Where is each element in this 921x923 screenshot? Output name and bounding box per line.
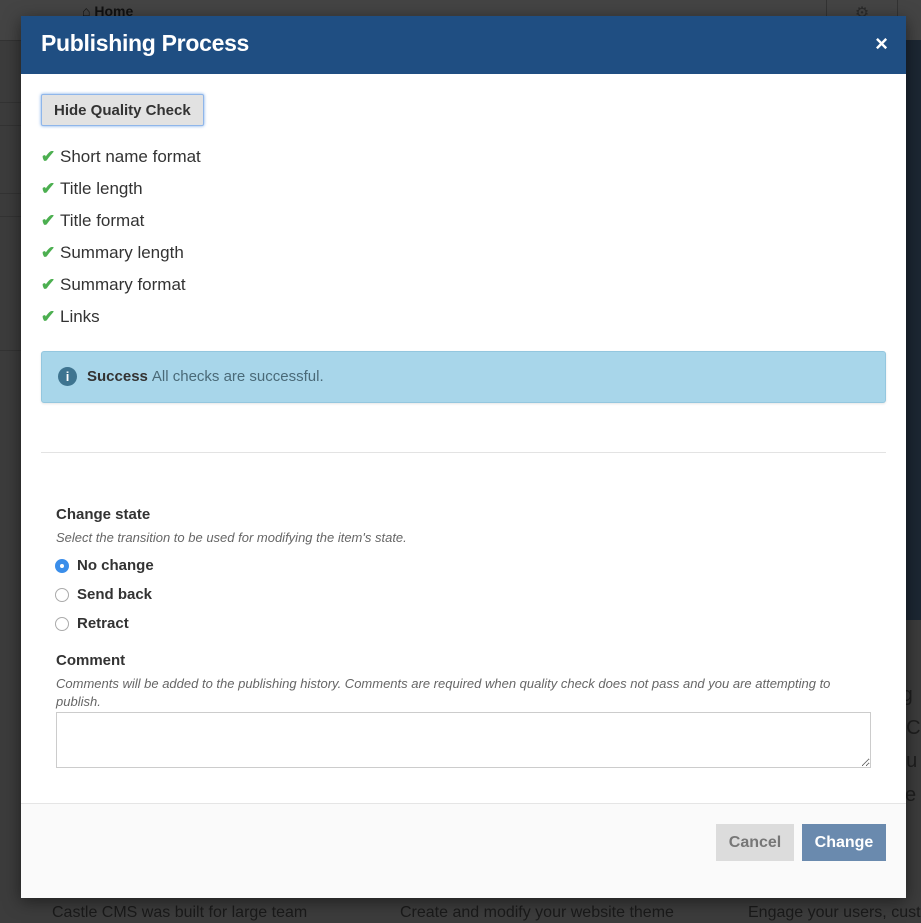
- quality-check-item: ✔ Summary format: [41, 275, 201, 307]
- alert-title: Success: [87, 368, 148, 385]
- background-feature-text: Castle CMS was built for large team: [52, 904, 308, 921]
- quality-check-list: ✔ Short name format ✔ Title length ✔ Tit…: [41, 147, 201, 339]
- radio-button[interactable]: [55, 587, 69, 602]
- radio-send-back[interactable]: Send back: [55, 586, 152, 603]
- quality-check-label: Title format: [60, 211, 145, 230]
- quality-check-label: Summary length: [60, 243, 184, 262]
- publishing-process-modal: Publishing Process × Hide Quality Check …: [21, 16, 906, 898]
- quality-check-item: ✔ Summary length: [41, 243, 201, 275]
- checkmark-icon: ✔: [41, 211, 56, 230]
- radio-button[interactable]: [55, 616, 69, 631]
- radio-no-change[interactable]: No change: [55, 557, 154, 574]
- change-state-help: Select the transition to be used for mod…: [56, 530, 407, 545]
- quality-check-label: Summary format: [60, 275, 186, 294]
- close-icon[interactable]: ×: [875, 32, 888, 56]
- modal-header: Publishing Process ×: [21, 16, 906, 74]
- comment-textarea[interactable]: [56, 712, 871, 768]
- checkmark-icon: ✔: [41, 147, 56, 166]
- radio-label: Send back: [77, 586, 153, 603]
- quality-check-item: ✔ Title format: [41, 211, 201, 243]
- checkmark-icon: ✔: [41, 243, 56, 262]
- quality-check-item: ✔ Title length: [41, 179, 201, 211]
- modal-footer: Cancel Change: [21, 803, 906, 898]
- success-alert: i Success All checks are successful.: [41, 351, 886, 403]
- info-icon: i: [58, 367, 77, 386]
- change-button[interactable]: Change: [802, 824, 886, 861]
- comment-label: Comment: [56, 652, 126, 669]
- background-feature-text: Engage your users, cust: [748, 904, 921, 921]
- modal-title: Publishing Process: [41, 30, 250, 56]
- radio-label: No change: [77, 557, 154, 574]
- hide-quality-check-button[interactable]: Hide Quality Check: [41, 94, 204, 126]
- section-divider: [41, 452, 886, 453]
- radio-label: Retract: [77, 615, 129, 632]
- comment-help: Comments will be added to the publishing…: [56, 676, 831, 709]
- checkmark-icon: ✔: [41, 307, 56, 326]
- quality-check-label: Title length: [60, 179, 143, 198]
- quality-check-item: ✔ Short name format: [41, 147, 201, 179]
- quality-check-label: Links: [60, 307, 100, 326]
- checkmark-icon: ✔: [41, 275, 56, 294]
- radio-retract[interactable]: Retract: [55, 615, 129, 632]
- change-state-label: Change state: [56, 506, 151, 523]
- modal-body: Hide Quality Check ✔ Short name format ✔…: [21, 74, 906, 823]
- radio-button-selected[interactable]: [55, 558, 69, 573]
- quality-check-label: Short name format: [60, 147, 201, 166]
- checkmark-icon: ✔: [41, 179, 56, 198]
- background-panel: [906, 40, 921, 620]
- alert-text: Success All checks are successful.: [87, 368, 324, 385]
- alert-message: All checks are successful.: [151, 368, 324, 385]
- background-feature-text: Create and modify your website theme: [400, 904, 674, 921]
- cancel-button[interactable]: Cancel: [716, 824, 794, 861]
- quality-check-item: ✔ Links: [41, 307, 201, 339]
